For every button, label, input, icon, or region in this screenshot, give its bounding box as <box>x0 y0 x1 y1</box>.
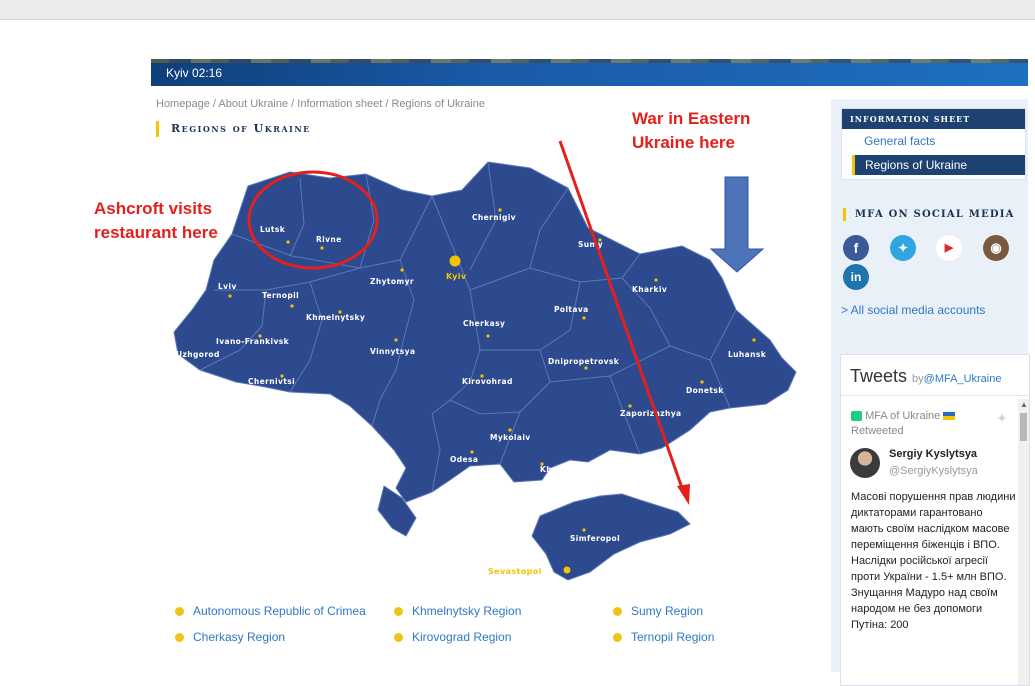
twitter-bird-icon: ✦ <box>996 410 1008 426</box>
region-label-rivne: Rivne <box>316 235 342 244</box>
breadcrumb-current: Regions of Ukraine <box>391 98 486 110</box>
bullet-dot <box>175 632 184 642</box>
region-link-crimea[interactable]: Autonomous Republic of Crimea <box>175 604 366 618</box>
information-sheet-box: Information sheet General facts Regions … <box>841 108 1026 180</box>
social-icons: f ✦ ▶ ◉ in <box>841 233 1026 293</box>
breadcrumb-homepage[interactable]: Homepage <box>156 98 210 110</box>
youtube-icon[interactable]: ▶ <box>936 235 962 261</box>
breadcrumb: Homepage / About Ukraine / Information s… <box>156 98 486 110</box>
region-label-lutsk: Lutsk <box>260 225 286 234</box>
region-label-vinnytsya: Vinnytsya <box>370 347 415 356</box>
sidebar-link-general-facts[interactable]: General facts <box>842 129 1025 153</box>
tweets-handle[interactable]: @MFA_Ukraine <box>924 373 1002 385</box>
all-social-media-link[interactable]: > All social media accounts <box>841 303 985 317</box>
avatar[interactable] <box>850 448 880 478</box>
ashcroft-annotation-line-2: restaurant here <box>94 223 218 242</box>
twitter-widget: Tweets by@MFA_Ukraine ▲ MFA of Ukraine R… <box>840 354 1030 686</box>
sidebar: Information sheet General facts Regions … <box>831 99 1030 686</box>
tweets-by: by <box>912 373 924 385</box>
region-label-chernivtsi: Chernivtsi <box>248 377 295 386</box>
tweets-title: Tweets <box>850 366 908 386</box>
war-annotation-line-2: Ukraine here <box>632 133 735 152</box>
tweets-scrollbar[interactable]: ▲ <box>1018 399 1029 685</box>
instagram-icon[interactable]: ◉ <box>983 235 1009 261</box>
region-label-khmelnytsky: Khmelnytsky <box>306 313 365 322</box>
region-label-ternopil: Ternopil <box>262 291 299 300</box>
twitter-icon[interactable]: ✦ <box>890 235 916 261</box>
region-label-mykolaiv: Mykolaiv <box>490 433 531 442</box>
kyiv-clock: Kyiv 02:16 <box>166 66 223 80</box>
linkedin-icon[interactable]: in <box>843 264 869 290</box>
sevastopol-marker[interactable] <box>563 566 571 574</box>
region-label-zhytomyr: Zhytomyr <box>370 277 414 286</box>
scroll-up-icon[interactable]: ▲ <box>1020 400 1028 409</box>
region-label-odesa: Odesa <box>450 455 478 464</box>
region-label-donetsk: Donetsk <box>686 386 724 395</box>
kyiv-marker[interactable] <box>449 255 461 267</box>
breadcrumb-about-ukraine[interactable]: About Ukraine <box>218 98 288 110</box>
ukraine-map: Kyiv Lutsk Rivne Chernigiv Sumy Zhytomyr… <box>170 150 810 590</box>
region-link-cherkasy[interactable]: Cherkasy Region <box>175 630 285 644</box>
region-link-ternopil[interactable]: Ternopil Region <box>613 630 714 644</box>
region-link-sumy[interactable]: Sumy Region <box>613 604 703 618</box>
sidebar-link-regions[interactable]: Regions of Ukraine <box>852 155 1025 175</box>
region-label-ivano-frankivsk: Ivano-Frankivsk <box>216 337 290 346</box>
region-link-kirovograd[interactable]: Kirovograd Region <box>394 630 511 644</box>
tweet-author-handle[interactable]: @SergiyKyslytsya <box>889 465 978 477</box>
retweeted-label: Retweeted <box>851 425 904 437</box>
region-label-kherson: Kherson <box>540 465 578 474</box>
bullet-dot <box>613 606 622 616</box>
tweets-header: Tweets by@MFA_Ukraine <box>850 366 1001 387</box>
war-annotation: War in Eastern Ukraine here <box>632 107 750 155</box>
tweets-divider <box>841 395 1029 396</box>
tweet-author-name[interactable]: Sergiy Kyslytsya <box>889 448 977 460</box>
retweeted-from[interactable]: MFA of Ukraine <box>865 410 940 422</box>
region-label-uzhgorod: Uzhgorod <box>176 350 220 359</box>
kyiv-label[interactable]: Kyiv <box>446 272 467 281</box>
tweet-text: Масові порушення прав людини диктаторами… <box>851 491 1016 631</box>
page-title: Regions of Ukraine <box>156 121 311 137</box>
region-label-zaporizhzhya: Zaporizhzhya <box>620 409 681 418</box>
bullet-dot <box>613 632 622 642</box>
header-image-strip <box>151 59 1028 63</box>
site-header-banner: Kyiv 02:16 <box>151 59 1028 86</box>
information-sheet-heading: Information sheet <box>842 109 1025 129</box>
region-label-dnipropetrovsk: Dnipropetrovsk <box>548 357 620 366</box>
retweet-icon <box>851 411 862 422</box>
region-label-lviv: Lviv <box>218 282 237 291</box>
region-label-cherkasy: Cherkasy <box>463 319 505 328</box>
region-label-chernigiv: Chernigiv <box>472 213 516 222</box>
region-label-sevastopol: Sevastopol <box>488 567 542 576</box>
region-link-khmelnytsky[interactable]: Khmelnytsky Region <box>394 604 521 618</box>
browser-top-bar <box>0 0 1035 20</box>
ukraine-flag-icon <box>943 412 956 421</box>
bullet-dot <box>175 606 184 616</box>
ukraine-map-svg: Kyiv Lutsk Rivne Chernigiv Sumy Zhytomyr… <box>173 161 797 581</box>
breadcrumb-information-sheet[interactable]: Information sheet <box>297 98 382 110</box>
war-annotation-line-1: War in Eastern <box>632 109 751 128</box>
region-label-kirovohrad: Kirovohrad <box>462 377 513 386</box>
facebook-icon[interactable]: f <box>843 235 869 261</box>
region-label-simferopol: Simferopol <box>570 534 620 543</box>
scroll-thumb[interactable] <box>1020 413 1027 441</box>
ashcroft-annotation-line-1: Ashcroft visits <box>94 199 213 218</box>
region-label-poltava: Poltava <box>554 305 589 314</box>
bullet-dot <box>394 606 403 616</box>
bullet-dot <box>394 632 403 642</box>
region-label-kharkiv: Kharkiv <box>632 285 667 294</box>
ashcroft-annotation: Ashcroft visits restaurant here <box>94 197 218 245</box>
social-media-heading: MFA on social media <box>843 208 1015 221</box>
region-label-luhansk: Luhansk <box>728 350 767 359</box>
retweet-info: MFA of Ukraine Retweeted <box>851 409 956 439</box>
